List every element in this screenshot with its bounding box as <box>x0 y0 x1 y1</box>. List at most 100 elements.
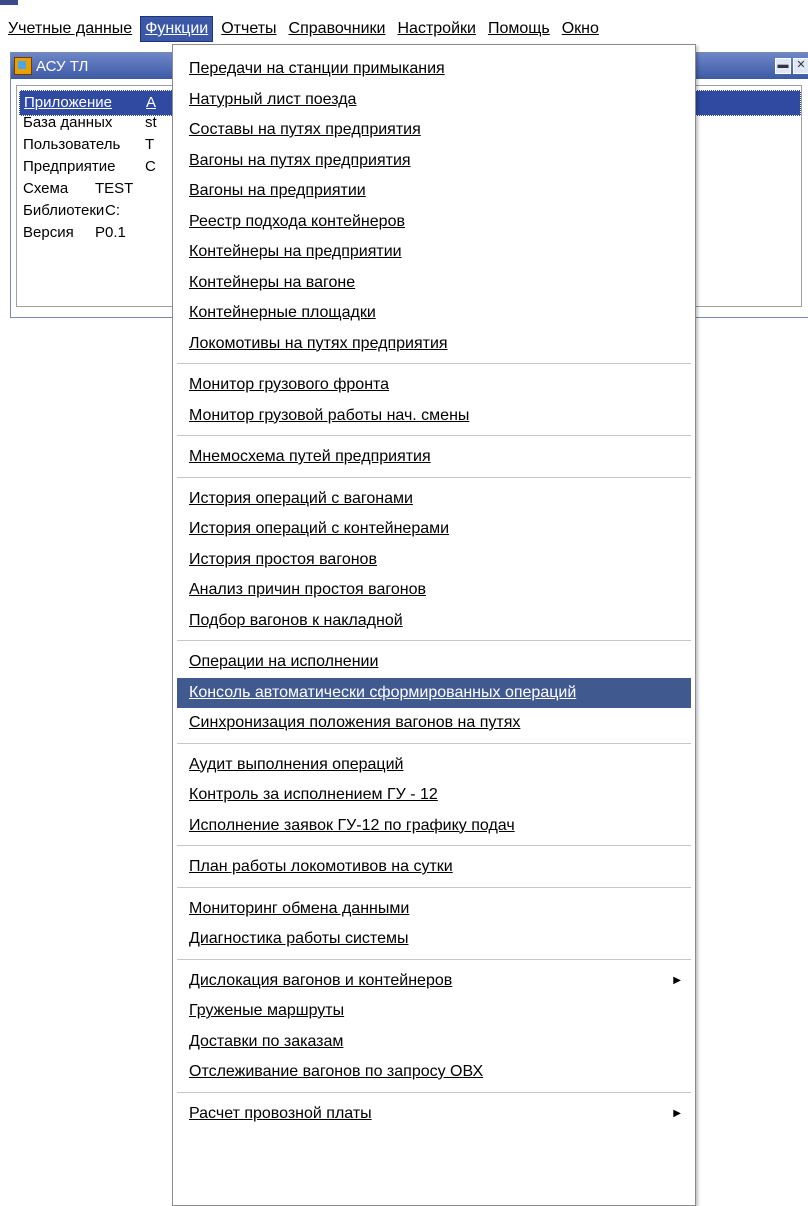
menu-item[interactable]: Диагностика работы системы <box>177 924 691 954</box>
menu-item-label: План работы локомотивов на сутки <box>189 858 453 875</box>
menu-item-label: Монитор грузовой работы нач. смены <box>189 406 470 424</box>
functions-dropdown-menu: Передачи на станции примыкания Натурный л… <box>172 44 696 1206</box>
menu-item-label: Консоль автоматически сформированных опе… <box>189 683 577 701</box>
menu-item-label: Натурный лист поезда <box>189 90 357 108</box>
menu-item-label: Контейнерные площадки <box>189 304 376 321</box>
menu-item-label: Дислокация вагонов и контейнеров <box>189 971 453 989</box>
menu-separator <box>177 640 691 644</box>
menu-separator <box>177 435 691 439</box>
menu-item[interactable]: История операций с контейнерами <box>177 514 691 544</box>
menu-separator <box>177 363 691 367</box>
menu-item[interactable]: Контейнеры на предприятии <box>177 237 691 267</box>
menu-item-label: Операции на исполнении <box>189 653 379 670</box>
menu-item[interactable]: Аудит выполнения операций <box>177 750 691 780</box>
menu-item[interactable]: Анализ причин простоя вагонов <box>177 575 691 605</box>
menu-item-label: Контейнеры на вагоне <box>189 273 356 291</box>
info-value: А <box>146 94 157 111</box>
menu-item-label: Составы на путях предприятия <box>189 121 421 138</box>
menu-item-label: История простоя вагонов <box>189 550 377 568</box>
minimize-icon[interactable]: ▬ <box>775 58 791 74</box>
info-row: Приложение А <box>24 94 156 111</box>
menu-item-label: Мнемосхема путей предприятия <box>189 448 431 465</box>
menu-item-label: Исполнение заявок ГУ-12 по графику подач <box>189 816 515 834</box>
menu-item-label: Мониторинг обмена данными <box>189 899 410 917</box>
info-row: Предприятие С <box>23 158 156 175</box>
menu-item-label: Расчет провозной платы <box>189 1104 372 1122</box>
info-value: TEST <box>95 180 134 197</box>
menu-4[interactable]: Справочники <box>285 17 390 41</box>
menu-item[interactable]: Мониторинг обмена данными <box>177 894 691 924</box>
menu-item[interactable]: Консоль автоматически сформированных опе… <box>177 677 691 708</box>
menu-item[interactable]: План работы локомотивов на сутки <box>177 852 691 882</box>
menu-1[interactable]: Учетные данные <box>4 17 136 41</box>
menu-item[interactable]: Контроль за исполнением ГУ - 12 <box>177 780 691 810</box>
menu-item-label: Вагоны на путях предприятия <box>189 151 411 169</box>
menu-2[interactable]: Функции <box>140 16 214 42</box>
info-key: Версия <box>23 224 74 241</box>
close-icon[interactable]: ✕ <box>793 58 808 74</box>
info-value: T <box>145 136 155 153</box>
info-key: База данных <box>23 114 113 131</box>
menu-item[interactable]: Реестр подхода контейнеров <box>177 207 691 237</box>
info-key: Приложение <box>24 94 112 111</box>
menu-item[interactable]: Груженые маршруты <box>177 996 691 1026</box>
menu-item-label: Монитор грузового фронта <box>189 376 390 393</box>
menu-item[interactable]: Исполнение заявок ГУ-12 по графику подач <box>177 811 691 841</box>
info-value: С <box>145 158 156 175</box>
menu-separator <box>177 958 691 963</box>
menu-7[interactable]: Окно <box>558 17 603 41</box>
menu-item-label: Синхронизация положения вагонов на путях <box>189 714 521 731</box>
info-key: Библиотеки <box>23 202 105 219</box>
info-key: Схема <box>23 180 69 197</box>
menu-item-label: Передачи на станции примыкания <box>189 60 445 77</box>
menu-item[interactable]: Передачи на станции примыкания <box>177 54 691 84</box>
menu-item[interactable]: Мнемосхема путей предприятия <box>177 442 691 472</box>
menu-item[interactable]: Дислокация вагонов и контейнеров ▶ <box>177 966 691 996</box>
menu-separator <box>177 886 691 891</box>
menu-item[interactable]: Вагоны на путях предприятия <box>177 146 691 176</box>
menu-bar: Учетные данные Функции Отчеты Справочники На… <box>0 14 808 44</box>
menu-item[interactable]: Отслеживание вагонов по запросу ОВХ <box>177 1057 691 1087</box>
menu-item[interactable]: Расчет провозной платы ▶ <box>177 1099 691 1129</box>
menu-item[interactable]: История простоя вагонов <box>177 545 691 575</box>
menu-item[interactable]: Доставки по заказам <box>177 1027 691 1057</box>
info-value: st <box>145 114 157 131</box>
info-row: Схема TEST <box>23 180 133 197</box>
menu-5[interactable]: Настройки <box>393 17 479 41</box>
menu-separator <box>177 845 691 849</box>
info-row: База данных st <box>23 114 157 131</box>
menu-item[interactable]: История операций с вагонами <box>177 484 691 514</box>
menu-item[interactable]: Монитор грузовой работы нач. смены <box>177 401 691 431</box>
menu-item[interactable]: Операции на исполнении <box>177 647 691 677</box>
menu-item[interactable]: Подбор вагонов к накладной <box>177 606 691 636</box>
menu-item[interactable]: Синхронизация положения вагонов на путях <box>177 708 691 738</box>
info-row: Пользователь T <box>23 136 154 153</box>
menu-item-label: История операций с вагонами <box>189 489 413 507</box>
menu-item-label: Контроль за исполнением ГУ - 12 <box>189 786 438 803</box>
menu-separator <box>177 742 691 747</box>
menu-item-label: Вагоны на предприятии <box>189 182 366 199</box>
submenu-arrow-icon: ▶ <box>673 1107 681 1119</box>
menu-item[interactable]: Контейнерные площадки <box>177 298 691 328</box>
menu-6[interactable]: Помощь <box>484 17 554 41</box>
menu-item-label: История операций с контейнерами <box>189 520 450 537</box>
menu-item[interactable]: Составы на путях предприятия <box>177 115 691 145</box>
submenu-arrow-icon: ▶ <box>673 974 681 986</box>
menu-item-label: Анализ причин простоя вагонов <box>189 581 426 598</box>
window-title: АСУ ТЛ <box>36 57 89 75</box>
menu-item-label: Локомотивы на путях предприятия <box>189 334 448 352</box>
menu-3[interactable]: Отчеты <box>217 17 280 41</box>
menu-item-label: Реестр подхода контейнеров <box>189 212 405 230</box>
menu-item-label: Груженые маршруты <box>189 1002 345 1019</box>
menu-item[interactable]: Натурный лист поезда <box>177 85 691 115</box>
info-key: Предприятие <box>23 158 116 175</box>
menu-item[interactable]: Локомотивы на путях предприятия <box>177 329 691 359</box>
info-row: Библиотеки C: <box>23 202 120 219</box>
menu-item[interactable]: Контейнеры на вагоне <box>177 268 691 298</box>
menu-item[interactable]: Вагоны на предприятии <box>177 176 691 206</box>
menu-item[interactable]: Монитор грузового фронта <box>177 370 691 400</box>
window-corner-stub <box>0 0 18 5</box>
app-logo-icon <box>14 57 32 75</box>
menu-separator <box>177 476 691 481</box>
menu-item-label: Подбор вагонов к накладной <box>189 611 403 629</box>
